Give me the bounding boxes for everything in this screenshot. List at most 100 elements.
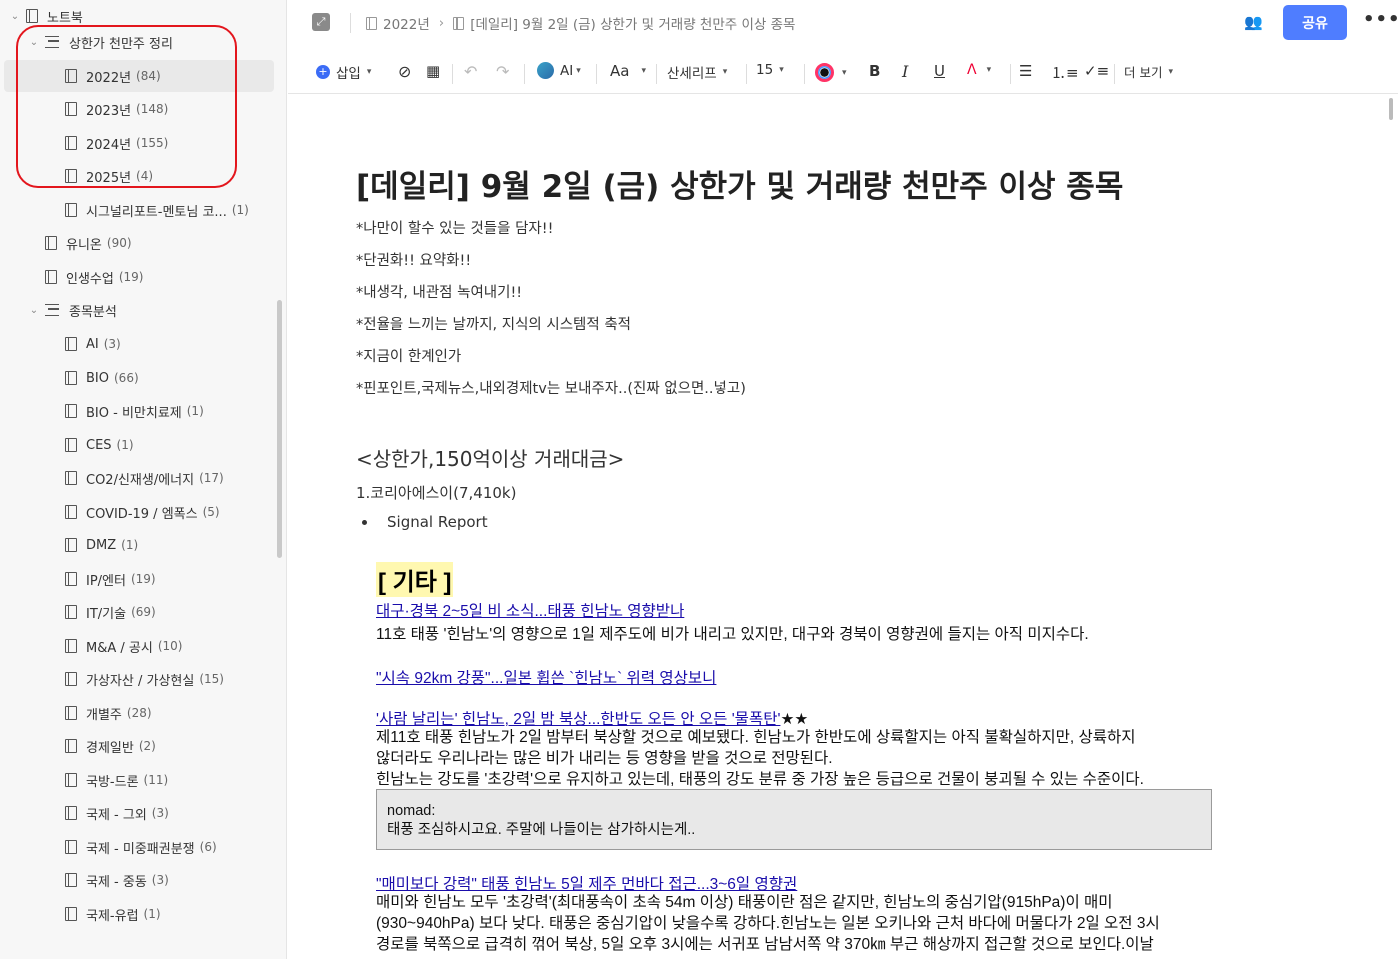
tree-item[interactable]: 개별주 (28) (65, 697, 152, 729)
news-link[interactable]: 대구·경북 2~5일 비 소식...태풍 힌남노 영향받나 (376, 599, 684, 621)
tree-item-2022[interactable]: 2022년 (84) (4, 60, 274, 92)
insert-button[interactable]: + 삽입 ▾ (316, 62, 371, 82)
tree-item[interactable]: M&A / 공시 (10) (65, 630, 182, 662)
top-bar: ⤢ 2022년 › [데일리] 9월 2일 (금) 상한가 및 거래량 천만주 … (288, 0, 1398, 46)
undo-icon[interactable]: ↶ (464, 62, 477, 81)
notebook-icon (65, 639, 77, 653)
tree-item-stack-2[interactable]: ⌄ 종목분석 (29, 294, 117, 326)
tree-item-union[interactable]: 유니온 (90) (45, 227, 132, 259)
notebook-icon (65, 840, 77, 854)
underline-button[interactable]: U (934, 62, 945, 80)
note-icon (453, 16, 465, 30)
numbered-list-icon[interactable]: ⒈≡ (1051, 62, 1079, 83)
font-size-label: 15 (756, 62, 774, 78)
tree-item-stack-1[interactable]: ⌄ 상한가 천만주 정리 (29, 26, 173, 58)
news-link-text[interactable]: '사람 날리는' 힌남노, 2일 밤 북상...한반도 오든 안 오든 '물폭탄… (376, 711, 780, 728)
tree-item-count: (1) (186, 404, 204, 418)
notebook-icon (65, 471, 77, 485)
news-link[interactable]: "시속 92km 강풍"...일본 휩쓴 `힌남노` 위력 영상보니 (376, 666, 716, 688)
more-options-icon[interactable]: ••• (1363, 9, 1398, 30)
tree-item-count: (3) (151, 873, 169, 887)
chevron-down-icon[interactable]: ⌄ (29, 37, 39, 48)
tree-item[interactable]: AI (3) (65, 328, 121, 360)
font-family-dropdown[interactable]: 산세리프 ▾ (667, 62, 727, 82)
bullet-text: Signal Report (387, 513, 488, 531)
share-button[interactable]: 공유 (1283, 5, 1347, 40)
calendar-icon[interactable]: ▦ (426, 62, 440, 80)
bullet-item[interactable]: Signal Report (362, 513, 488, 531)
note-line[interactable]: *지금이 한계인가 (356, 345, 461, 366)
expand-icon[interactable]: ⤢ (312, 13, 330, 31)
tree-item[interactable]: 경제일반 (2) (65, 730, 156, 762)
breadcrumb-parent[interactable]: 2022년 (383, 13, 430, 33)
news-summary: (930~940hPa) 보다 낮다. 태풍은 중심기압이 낮을수록 강하다.힌… (376, 915, 1160, 932)
highlight-button[interactable]: Ʌ ▾ (967, 62, 991, 78)
tree-item-label: M&A / 공시 (86, 640, 153, 656)
more-view-dropdown[interactable]: 더 보기 ▾ (1124, 62, 1173, 81)
font-size-dropdown[interactable]: 15 ▾ (756, 62, 784, 78)
chevron-down-icon[interactable]: ⌄ (10, 11, 20, 22)
news-link[interactable]: '사람 날리는' 힌남노, 2일 밤 북상...한반도 오든 안 오든 '물폭탄… (376, 707, 808, 729)
notebook-icon (65, 739, 77, 753)
collaborators-icon[interactable]: 👥 (1244, 13, 1263, 31)
notebook-icon (65, 773, 77, 787)
tree-item-count: (10) (157, 639, 183, 653)
tree-item[interactable]: COVID-19 / 엠폭스 (5) (65, 496, 220, 528)
bulleted-list-icon[interactable]: ☰ (1019, 62, 1032, 80)
section-heading[interactable]: <상한가,150억이상 거래대금> (356, 443, 624, 472)
redo-icon[interactable]: ↷ (496, 62, 509, 81)
tree-item-2024[interactable]: 2024년 (155) (65, 127, 168, 159)
note-line[interactable]: *핀포인트,국제뉴스,내외경제tv는 보내주자..(진짜 없으면..넣고) (356, 377, 746, 398)
tree-root-label: 노트북 (47, 10, 83, 26)
divider (452, 64, 453, 84)
note-line[interactable]: *전율을 느끼는 날까지, 지식의 시스템적 축적 (356, 313, 631, 334)
notebook-icon (65, 136, 77, 150)
tree-item[interactable]: 국제 - 그외 (3) (65, 797, 169, 829)
tree-item[interactable]: 가상자산 / 가상현실 (15) (65, 663, 224, 695)
text-style-dropdown[interactable]: Aa ▾ (610, 62, 646, 80)
ai-button[interactable]: AI ▾ (537, 62, 581, 79)
tree-item[interactable]: 국제-유럽 (1) (65, 898, 161, 930)
page-title[interactable]: [데일리] 9월 2일 (금) 상한가 및 거래량 천만주 이상 종목 (356, 161, 1123, 206)
italic-button[interactable]: I (902, 62, 908, 81)
tree-item-2023[interactable]: 2023년 (148) (65, 93, 168, 125)
tree-item-life-class[interactable]: 인생수업 (19) (45, 261, 143, 293)
news-link[interactable]: "매미보다 강력" 태풍 힌남노 5일 제주 먼바다 접근...3~6일 영향권 (376, 872, 797, 894)
note-line[interactable]: *나만이 할수 있는 것들을 담자!! (356, 217, 553, 238)
checklist-icon[interactable]: ✓≡ (1084, 62, 1109, 80)
comment-box[interactable]: nomad: 태풍 조심하시고요. 주말에 나들이는 삼가하시는게.. (376, 789, 1212, 850)
note-line[interactable]: *단권화!! 요약화!! (356, 249, 471, 270)
tree-item[interactable]: 국방-드론 (11) (65, 764, 168, 796)
tree-item-2025[interactable]: 2025년 (4) (65, 160, 153, 192)
tree-item[interactable]: CES (1) (65, 429, 134, 461)
tree-item[interactable]: 국제 - 중동 (3) (65, 864, 169, 896)
news-summary: 않더라도 우리나라는 많은 비가 내리는 등 영향을 받을 것으로 전망된다. (376, 750, 833, 767)
tree-item-label: 상한가 천만주 정리 (69, 36, 173, 52)
note-line[interactable]: *내생각, 내관점 녹여내기!! (356, 281, 522, 302)
tree-item[interactable]: IT/기술 (69) (65, 596, 156, 628)
page-scrollbar[interactable] (1389, 98, 1393, 120)
chevron-down-icon: ▾ (366, 67, 372, 77)
stock-item[interactable]: 1.코리아에스이(7,410k) (356, 482, 516, 503)
text-color-picker[interactable]: ▾ (815, 63, 847, 82)
tree-item-signal-report[interactable]: 시그널리포트-멘토님 코... (1) (65, 194, 249, 226)
tree-item-label: 가상자산 / 가상현실 (86, 673, 195, 689)
tree-item-label: CO2/신재생/에너지 (86, 472, 195, 488)
notebook-icon (65, 337, 77, 351)
tree-item[interactable]: 국제 - 미중패권분쟁 (6) (65, 831, 217, 863)
tree-item[interactable]: IP/엔터 (19) (65, 563, 156, 595)
notebook-icon (65, 505, 77, 519)
tree-item[interactable]: BIO - 비만치료제 (1) (65, 395, 204, 427)
tree-item-count: (6) (199, 840, 217, 854)
tree-item[interactable]: DMZ (1) (65, 529, 138, 561)
comment-text: 태풍 조심하시고요. 주말에 나들이는 삼가하시는게.. (387, 822, 696, 838)
notebook-icon (65, 907, 77, 921)
tree-item[interactable]: CO2/신재생/에너지 (17) (65, 462, 224, 494)
sidebar-scrollbar[interactable] (277, 300, 282, 558)
bold-button[interactable]: B (869, 62, 880, 80)
checkbox-icon[interactable]: ⊘ (398, 62, 411, 81)
ai-icon (537, 62, 554, 79)
chevron-down-icon[interactable]: ⌄ (29, 305, 39, 316)
tree-item[interactable]: BIO (66) (65, 362, 139, 394)
tree-item-label: 2022년 (86, 70, 132, 86)
